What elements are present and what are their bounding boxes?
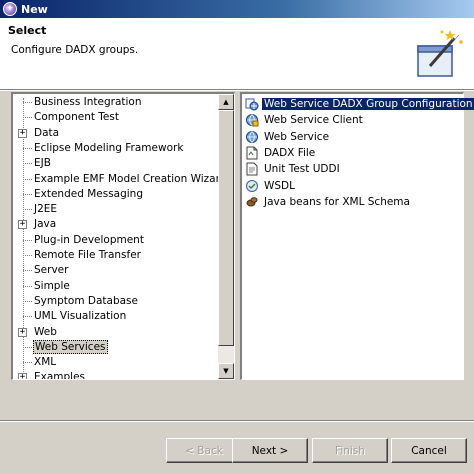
tree-connector: [23, 239, 32, 241]
tree-item-label: Remote File Transfer: [34, 249, 141, 261]
tree-connector: [23, 178, 32, 180]
wizard-item-label: DADX File: [264, 146, 316, 159]
tree-item-label: Plug-in Development: [34, 233, 144, 246]
wizard-list-item[interactable]: Unit Test UDDI: [245, 161, 342, 177]
tree-item-label: Web: [34, 325, 57, 338]
tree-item[interactable]: XML: [13, 355, 218, 370]
wizard-list-item[interactable]: Web Service DADX Group Configuration: [245, 96, 474, 112]
tree-connector: [23, 285, 32, 287]
expand-icon[interactable]: +: [18, 128, 27, 138]
wizard-list-item[interactable]: Java beans for XML Schema: [245, 194, 412, 210]
web-service-icon: [245, 130, 259, 144]
tree-item[interactable]: Example EMF Model Creation Wizards: [13, 172, 218, 187]
wizard-item-label: Web Service: [264, 130, 330, 143]
wsdl-icon: [245, 179, 259, 193]
scroll-up-button[interactable]: ▲: [218, 94, 234, 110]
uddi-icon: [245, 162, 259, 176]
tree-connector: [23, 270, 32, 272]
tree-connector: [23, 346, 32, 348]
category-tree-panel: Business Integration Component Test + Data E…: [11, 92, 235, 380]
next-button[interactable]: Next >: [232, 438, 308, 463]
wizard-item-label: Web Service Client: [264, 114, 363, 127]
cancel-button[interactable]: Cancel: [391, 438, 467, 463]
tree-item-label: UML Visualization: [34, 310, 127, 323]
scroll-thumb[interactable]: [218, 110, 234, 346]
tree-scrollbar[interactable]: ▲ ▼: [218, 94, 234, 379]
wizard-item-label: WSDL: [264, 179, 295, 192]
expand-icon[interactable]: +: [18, 373, 27, 379]
tree-connector: [23, 163, 32, 165]
dadx-file-icon: [245, 146, 259, 160]
wizard-list-panel: Web Service DADX Group Configuration Web …: [240, 92, 474, 380]
wizard-list-item[interactable]: Web Service Client: [245, 112, 365, 128]
tree-item[interactable]: Simple: [13, 279, 218, 294]
button-bar-divider-highlight: [0, 421, 474, 422]
tree-item[interactable]: UML Visualization: [13, 309, 218, 324]
tree-connector: [23, 117, 32, 119]
wizard-list-item[interactable]: WSDL: [245, 178, 297, 194]
wizard-list-item[interactable]: Web Service: [245, 129, 331, 145]
tree-item-label: Web Services: [33, 339, 108, 354]
magic-wand-icon: [417, 30, 463, 77]
page-description: Configure DADX groups.: [11, 44, 139, 56]
tree-connector: [23, 102, 32, 103]
tree-item[interactable]: J2EE: [13, 202, 218, 217]
tree-item-label: Java: [34, 218, 57, 231]
dadx-group-icon: [245, 97, 259, 111]
category-tree[interactable]: Business Integration Component Test + Data E…: [13, 94, 218, 379]
tree-connector: [23, 209, 32, 211]
tree-item[interactable]: Component Test: [13, 110, 218, 125]
tree-item-label: J2EE: [34, 203, 58, 216]
tree-item-label: XML: [34, 356, 57, 369]
tree-item[interactable]: Remote File Transfer: [13, 248, 218, 263]
back-button[interactable]: < Back: [166, 438, 242, 463]
wizard-list-item[interactable]: DADX File: [245, 145, 317, 161]
finish-button[interactable]: Finish: [312, 438, 388, 463]
tree-item-label: Data: [34, 126, 60, 139]
tree-item[interactable]: + Java: [13, 217, 218, 232]
wizard-item-label: Unit Test UDDI: [264, 163, 340, 176]
tree-connector: [23, 193, 32, 195]
tree-item-label: Business Integration: [34, 96, 142, 108]
tree-item-label: Simple: [34, 279, 70, 292]
expand-icon[interactable]: +: [18, 220, 27, 230]
expand-icon[interactable]: +: [18, 327, 27, 337]
tree-item[interactable]: + Examples: [13, 370, 218, 379]
tree-item-label: Extended Messaging: [34, 187, 144, 200]
page-title: Select: [8, 24, 47, 37]
banner-divider: [0, 90, 474, 91]
tree-item[interactable]: + Web: [13, 325, 218, 340]
tree-item[interactable]: Server: [13, 263, 218, 278]
scroll-down-button[interactable]: ▼: [218, 363, 234, 379]
wizard-item-label: Java beans for XML Schema: [264, 195, 410, 208]
tree-item-label: Example EMF Model Creation Wizards: [34, 172, 218, 185]
title-bar[interactable]: ✦ New: [0, 0, 474, 18]
tree-item[interactable]: + Data: [13, 126, 218, 141]
tree-item[interactable]: EJB: [13, 156, 218, 171]
tree-item[interactable]: Eclipse Modeling Framework: [13, 141, 218, 156]
tree-item-label: Eclipse Modeling Framework: [34, 141, 184, 154]
tree-item-label: Symptom Database: [34, 294, 138, 307]
window-title: New: [21, 2, 48, 16]
tree-item[interactable]: Symptom Database: [13, 294, 218, 309]
tree-item-label: EJB: [34, 157, 51, 170]
tree-item[interactable]: Web Services: [13, 339, 218, 355]
tree-item-label: Server: [34, 264, 69, 277]
wizard-item-label: Web Service DADX Group Configuration: [262, 98, 474, 110]
tree-item[interactable]: Extended Messaging: [13, 187, 218, 202]
tree-connector: [23, 147, 32, 149]
wizard-banner: Select Configure DADX groups.: [0, 18, 474, 90]
tree-connector: [23, 255, 32, 256]
tree-item-label: Examples: [34, 371, 86, 379]
tree-item[interactable]: Plug-in Development: [13, 233, 218, 248]
tree-connector: [23, 362, 32, 364]
tree-connector: [23, 300, 32, 302]
tree-item-label: Component Test: [34, 111, 119, 124]
tree-item[interactable]: Business Integration: [13, 95, 218, 110]
web-service-client-icon: [245, 113, 259, 127]
new-wizard-icon: ✦: [3, 2, 17, 16]
tree-connector: [23, 316, 32, 318]
java-bean-icon: [245, 195, 259, 209]
